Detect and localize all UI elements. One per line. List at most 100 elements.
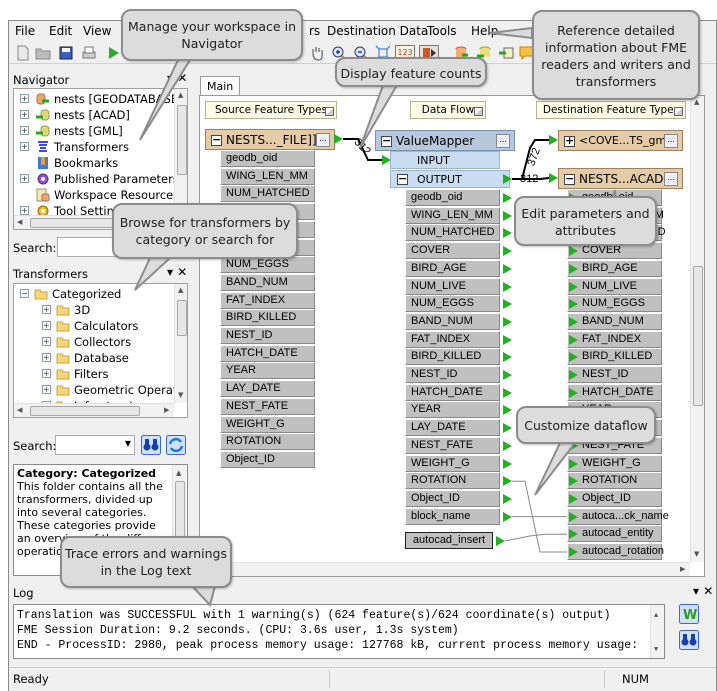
attribute-input-port[interactable] [569,316,578,327]
destination-attribute[interactable]: autocad_rotation [567,543,664,560]
collapse-icon[interactable]: − [381,135,392,147]
source-attribute[interactable]: NEST_ID [220,327,315,344]
menu-help[interactable]: Help [471,24,498,38]
attribute-output-port[interactable] [503,476,512,487]
attribute-output-port[interactable] [503,210,512,221]
menu-tools[interactable]: Tools [427,24,457,38]
transformer-attribute[interactable]: LAY_DATE [405,419,500,437]
attribute-output-port[interactable] [503,263,512,274]
transformer-category[interactable]: + Geometric Operator [14,382,187,398]
valuemapper-input-port[interactable]: INPUT [390,151,500,169]
destination-attribute[interactable]: WEIGHT_G [567,454,662,472]
gml-properties-button[interactable]: ... [664,134,678,148]
destination-attribute[interactable]: autoca...ck_name [567,507,669,525]
input-port-arrow[interactable] [382,155,391,165]
navigator-item[interactable]: + Transformers [14,139,174,155]
transformer-category[interactable]: + Filters [14,366,174,382]
run-icon[interactable] [105,45,121,61]
expand-icon[interactable]: + [42,369,51,378]
transformer-attribute[interactable]: ROTATION [405,472,500,490]
pan-hand-icon[interactable] [309,45,325,61]
bookmark-data-flow[interactable]: Data Flow [410,101,486,119]
transformers-vscrollbar[interactable]: ▲ ▼ [174,284,187,403]
expand-icon[interactable]: + [564,135,575,147]
destination-attribute[interactable]: BAND_NUM [567,312,662,330]
destination-attribute[interactable]: HATCH_DATE [567,383,662,401]
attribute-output-port[interactable] [503,281,512,292]
transformer-attribute[interactable]: NEST_FATE [405,436,500,454]
transformer-attribute[interactable]: WING_LEN_MM [405,206,500,224]
menu-destination-data[interactable]: Destination Data [327,24,428,38]
valuemapper-autocad-insert[interactable]: autocad_insert [405,532,493,549]
workspace-canvas[interactable]: Source Feature Types Data Flow Destinati… [199,95,705,577]
source-attribute[interactable]: geodb_oid [220,150,315,167]
expand-icon[interactable]: + [20,174,29,183]
log-warnings-icon[interactable]: W [679,604,699,624]
navigator-item[interactable]: + nests [GEODATABASE_F [14,91,187,107]
attribute-input-port[interactable] [569,511,578,522]
attribute-output-port[interactable] [503,316,512,327]
gml-input-port[interactable] [549,135,558,145]
source-attribute[interactable]: ROTATION [220,433,315,451]
transformer-attribute[interactable]: NUM_EGGS [405,295,500,313]
canvas-vscrollbar[interactable]: ▲ ▼ [690,96,704,562]
attribute-output-port[interactable] [503,228,512,239]
attribute-input-port[interactable] [569,476,578,487]
refresh-icon[interactable] [166,435,186,455]
log-vscrollbar[interactable]: ▲ ▼ [650,605,664,658]
source-attribute[interactable]: NUM_HATCHED [220,185,315,203]
menu-readers[interactable]: rs [309,24,320,38]
attribute-input-port[interactable] [569,246,578,257]
attribute-output-port[interactable] [503,458,512,469]
acad-properties-button[interactable]: ... [664,172,678,186]
transformers-hscrollbar[interactable]: ◀ ▶ [14,403,174,417]
expand-icon[interactable]: + [42,385,51,394]
source-attribute[interactable]: HATCH_DATE [220,344,315,362]
source-attribute[interactable]: WEIGHT_G [220,415,315,433]
collapse-icon[interactable]: − [564,173,575,185]
transformer-attribute[interactable]: COVER [405,242,500,260]
transformer-attribute[interactable]: NEST_ID [405,366,500,383]
destination-attribute[interactable]: NUM_LIVE [567,277,662,295]
expand-icon[interactable]: + [42,353,51,362]
transformer-category[interactable]: + Calculators [14,318,174,334]
menu-edit[interactable]: Edit [49,24,72,38]
attribute-input-port[interactable] [569,352,578,363]
source-attribute[interactable]: Object_ID [220,450,315,468]
attribute-input-port[interactable] [569,334,578,345]
attribute-input-port[interactable] [569,458,578,469]
transformer-attribute[interactable]: NUM_HATCHED [405,224,500,242]
attribute-input-port[interactable] [569,370,578,380]
expand-icon[interactable]: + [20,110,29,119]
menu-file[interactable]: File [15,24,35,38]
menu-view[interactable]: View [83,24,111,38]
output-port-arrow[interactable] [503,174,512,184]
attribute-output-port[interactable] [503,387,512,398]
destination-attribute[interactable]: autocad_entity [567,525,662,543]
log-close-icon[interactable]: ▾ ✕ [693,584,713,598]
canvas-hscrollbar[interactable]: ▶ [200,562,690,576]
transformer-attribute[interactable]: YEAR [405,401,500,419]
valuemapper-transformer[interactable]: − ValueMapper ... [375,130,515,151]
destination-attribute[interactable]: BIRD_KILLED [567,348,662,366]
attribute-input-port[interactable] [569,493,578,504]
transformer-attribute[interactable]: geodb_oid [405,189,500,206]
new-icon[interactable] [15,45,31,61]
expand-icon[interactable]: + [42,321,51,330]
transformer-attribute[interactable]: FAT_INDEX [405,330,500,348]
binoculars-icon[interactable] [141,435,161,455]
destination-attribute[interactable]: BIRD_AGE [567,259,662,277]
source-properties-button[interactable]: ... [316,133,330,147]
attribute-input-port[interactable] [569,299,578,310]
log-output[interactable]: Translation was SUCCESSFUL with 1 warnin… [13,604,665,659]
dest-acad-feature-type[interactable]: − NESTS...ACAD]] ... [558,168,683,189]
destination-attribute[interactable]: NUM_EGGS [567,295,662,313]
collapse-icon[interactable]: − [397,173,408,185]
destination-attribute[interactable]: FAT_INDEX [567,330,662,348]
save-icon[interactable] [58,45,74,61]
collapse-icon[interactable]: − [211,134,222,146]
expand-icon[interactable]: + [20,126,29,135]
transformer-category[interactable]: + Database [14,350,174,366]
attribute-output-port[interactable] [503,352,512,363]
acad-input-port[interactable] [549,173,558,183]
